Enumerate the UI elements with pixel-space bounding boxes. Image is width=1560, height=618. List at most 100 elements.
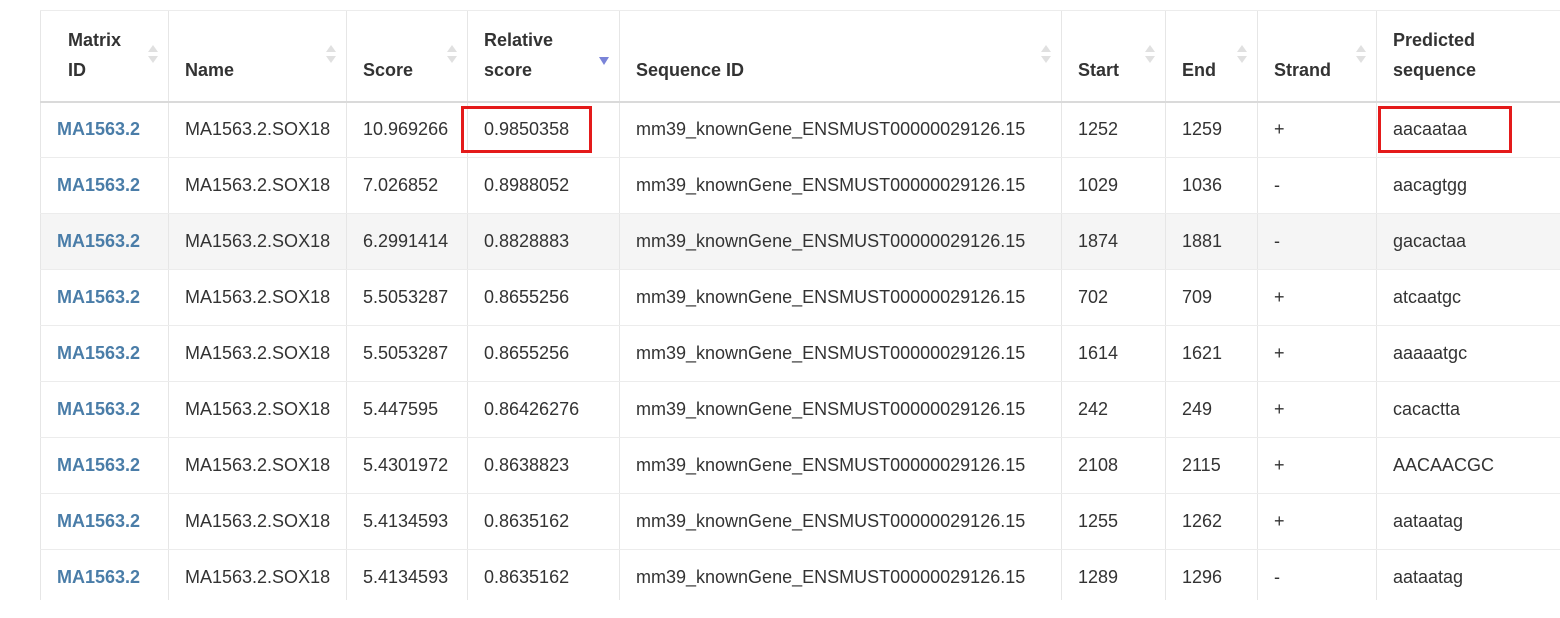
- highlight-box: 0.9850358: [460, 106, 593, 154]
- matrix-id-link[interactable]: MA1563.2: [40, 157, 169, 214]
- sort-icon[interactable]: [1145, 43, 1155, 67]
- relative-score-cell: 0.8638823: [467, 437, 620, 494]
- header-label: score: [484, 59, 533, 80]
- header-label: Relative: [484, 29, 554, 50]
- strand-cell: -: [1257, 157, 1377, 214]
- sort-icon[interactable]: [447, 43, 457, 67]
- column-header-score[interactable]: Score: [346, 10, 468, 103]
- end-cell: 1036: [1165, 157, 1258, 214]
- end-cell: 1881: [1165, 213, 1258, 270]
- table-row: MA1563.2 MA1563.2.SOX18 10.969266 0.9850…: [40, 101, 1560, 158]
- matrix-id-link[interactable]: MA1563.2: [40, 101, 169, 158]
- column-header-matrix-id[interactable]: Matrix ID: [40, 10, 169, 103]
- matrix-id-link[interactable]: MA1563.2: [40, 381, 169, 438]
- name-cell: MA1563.2.SOX18: [168, 493, 347, 550]
- header-label: Strand: [1274, 59, 1332, 80]
- sort-icon[interactable]: [1356, 43, 1366, 67]
- relative-score-cell: 0.8655256: [467, 269, 620, 326]
- column-header-start[interactable]: Start: [1061, 10, 1166, 103]
- relative-score-cell: 0.8635162: [467, 493, 620, 550]
- column-header-relative-score[interactable]: Relative score: [467, 10, 620, 103]
- end-cell: 1621: [1165, 325, 1258, 382]
- table-row: MA1563.2 MA1563.2.SOX18 5.447595 0.86426…: [40, 381, 1560, 438]
- name-cell: MA1563.2.SOX18: [168, 269, 347, 326]
- header-label: Matrix: [68, 29, 122, 50]
- name-cell: MA1563.2.SOX18: [168, 157, 347, 214]
- end-cell: 1259: [1165, 101, 1258, 158]
- score-cell: 10.969266: [346, 101, 468, 158]
- matrix-id-link[interactable]: MA1563.2: [40, 213, 169, 270]
- matrix-id-link[interactable]: MA1563.2: [40, 269, 169, 326]
- column-header-sequence-id[interactable]: Sequence ID: [619, 10, 1062, 103]
- relative-score-cell: 0.86426276: [467, 381, 620, 438]
- table-row: MA1563.2 MA1563.2.SOX18 6.2991414 0.8828…: [40, 213, 1560, 270]
- name-cell: MA1563.2.SOX18: [168, 213, 347, 270]
- sort-icon[interactable]: [148, 43, 158, 67]
- relative-score-cell: 0.9850358: [460, 101, 620, 158]
- sort-icon[interactable]: [326, 43, 336, 67]
- score-cell: 7.026852: [346, 157, 468, 214]
- sort-descending-icon[interactable]: [599, 43, 609, 67]
- name-cell: MA1563.2.SOX18: [168, 101, 347, 158]
- start-cell: 1289: [1061, 549, 1166, 600]
- header-label: Start: [1078, 59, 1120, 80]
- header-label: Score: [363, 59, 414, 80]
- sequence-id-cell: mm39_knownGene_ENSMUST00000029126.15: [619, 157, 1062, 214]
- score-cell: 5.447595: [346, 381, 468, 438]
- start-cell: 702: [1061, 269, 1166, 326]
- table-row: MA1563.2 MA1563.2.SOX18 5.4301972 0.8638…: [40, 437, 1560, 494]
- column-header-name[interactable]: Name: [168, 10, 347, 103]
- matrix-id-link[interactable]: MA1563.2: [40, 493, 169, 550]
- predicted-sequence-cell: aataatag: [1376, 549, 1560, 600]
- start-cell: 1252: [1061, 101, 1166, 158]
- predicted-sequence-cell: atcaatgc: [1376, 269, 1560, 326]
- matrix-id-link[interactable]: MA1563.2: [40, 437, 169, 494]
- column-header-end[interactable]: End: [1165, 10, 1258, 103]
- table-row: MA1563.2 MA1563.2.SOX18 5.5053287 0.8655…: [40, 269, 1560, 326]
- strand-cell: +: [1257, 269, 1377, 326]
- sort-icon[interactable]: [1041, 43, 1051, 67]
- table-row: MA1563.2 MA1563.2.SOX18 7.026852 0.89880…: [40, 157, 1560, 214]
- start-cell: 1874: [1061, 213, 1166, 270]
- name-cell: MA1563.2.SOX18: [168, 381, 347, 438]
- results-table-container: Matrix ID Name Score Relative score Sequ…: [40, 10, 1560, 600]
- predicted-sequence-cell: aataatag: [1376, 493, 1560, 550]
- column-header-predicted-sequence[interactable]: Predicted sequence: [1376, 10, 1560, 103]
- score-cell: 5.4134593: [346, 493, 468, 550]
- strand-cell: +: [1257, 101, 1377, 158]
- relative-score-cell: 0.8655256: [467, 325, 620, 382]
- sequence-id-cell: mm39_knownGene_ENSMUST00000029126.15: [619, 101, 1062, 158]
- header-row: Matrix ID Name Score Relative score Sequ…: [40, 10, 1560, 103]
- header-label: Name: [185, 59, 235, 80]
- end-cell: 249: [1165, 381, 1258, 438]
- start-cell: 1614: [1061, 325, 1166, 382]
- tfbs-results-table: Matrix ID Name Score Relative score Sequ…: [40, 10, 1560, 600]
- start-cell: 242: [1061, 381, 1166, 438]
- sort-icon[interactable]: [1237, 43, 1247, 67]
- score-cell: 5.5053287: [346, 269, 468, 326]
- score-cell: 5.4301972: [346, 437, 468, 494]
- strand-cell: +: [1257, 381, 1377, 438]
- predicted-sequence-cell: aacagtgg: [1376, 157, 1560, 214]
- predicted-sequence-cell: aacaataa: [1376, 101, 1560, 158]
- highlight-box: aacaataa: [1377, 106, 1513, 154]
- predicted-sequence-cell: AACAACGC: [1376, 437, 1560, 494]
- matrix-id-link[interactable]: MA1563.2: [40, 325, 169, 382]
- name-cell: MA1563.2.SOX18: [168, 437, 347, 494]
- sequence-id-cell: mm39_knownGene_ENSMUST00000029126.15: [619, 325, 1062, 382]
- header-label: sequence: [1393, 59, 1477, 80]
- column-header-strand[interactable]: Strand: [1257, 10, 1377, 103]
- sequence-id-cell: mm39_knownGene_ENSMUST00000029126.15: [619, 493, 1062, 550]
- predicted-sequence-cell: aaaaatgc: [1376, 325, 1560, 382]
- end-cell: 2115: [1165, 437, 1258, 494]
- header-label: ID: [68, 59, 86, 80]
- relative-score-cell: 0.8988052: [467, 157, 620, 214]
- name-cell: MA1563.2.SOX18: [168, 549, 347, 600]
- relative-score-cell: 0.8828883: [467, 213, 620, 270]
- start-cell: 1255: [1061, 493, 1166, 550]
- table-row: MA1563.2 MA1563.2.SOX18 5.5053287 0.8655…: [40, 325, 1560, 382]
- matrix-id-link[interactable]: MA1563.2: [40, 549, 169, 600]
- end-cell: 709: [1165, 269, 1258, 326]
- end-cell: 1262: [1165, 493, 1258, 550]
- sequence-id-cell: mm39_knownGene_ENSMUST00000029126.15: [619, 437, 1062, 494]
